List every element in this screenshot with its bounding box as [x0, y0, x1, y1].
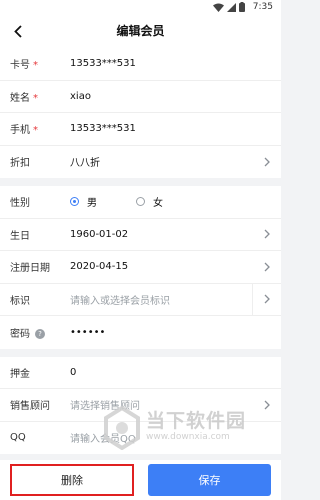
tag-input[interactable]: 请输入或选择会员标识 — [70, 292, 170, 307]
deposit-label: 押金 — [10, 368, 30, 380]
gender-row: 性别 男 女 — [0, 186, 281, 219]
qq-row[interactable]: QQ 请输入会员QQ — [0, 422, 281, 455]
status-bar: 7:35 — [0, 0, 281, 14]
extra-info-group: 押金 0 销售顾问 请选择销售顾问 QQ 请输入会员QQ — [0, 356, 281, 455]
name-label: 姓名 * — [10, 92, 38, 104]
deposit-field[interactable]: 0 — [70, 367, 76, 378]
deposit-row[interactable]: 押金 0 — [0, 357, 281, 389]
birthday-value: 1960-01-02 — [70, 228, 129, 240]
bottom-action-bar: 删除 保存 — [0, 460, 281, 500]
required-mark: * — [33, 125, 38, 137]
radio-checked-icon — [70, 197, 79, 207]
save-button[interactable]: 保存 — [148, 464, 271, 496]
gender-male-option[interactable]: 男 — [70, 194, 97, 209]
gender-male-label: 男 — [87, 198, 97, 210]
required-mark: * — [33, 60, 38, 72]
tag-label: 标识 — [10, 295, 30, 307]
discount-value: 八八折 — [70, 158, 100, 170]
gender-label: 性别 — [10, 198, 30, 210]
chevron-right-icon — [264, 229, 270, 239]
phone-field[interactable]: 13533***531 — [70, 123, 136, 134]
sales-advisor-row[interactable]: 销售顾问 请选择销售顾问 — [0, 389, 281, 422]
register-date-label: 注册日期 — [10, 263, 50, 275]
tag-row: 标识 请输入或选择会员标识 — [0, 283, 281, 316]
discount-label: 折扣 — [10, 158, 30, 170]
chevron-right-icon — [264, 294, 270, 304]
sales-advisor-label: 销售顾问 — [10, 401, 50, 413]
phone-row[interactable]: 手机 * 13533***531 — [0, 113, 281, 146]
phone-label: 手机 * — [10, 125, 38, 137]
password-row[interactable]: 密码? •••••• — [0, 316, 281, 349]
chevron-right-icon — [264, 157, 270, 167]
name-row[interactable]: 姓名 * xiao — [0, 81, 281, 113]
help-icon[interactable]: ? — [35, 328, 45, 339]
gender-female-label: 女 — [153, 198, 163, 210]
battery-icon — [239, 2, 245, 12]
chevron-right-icon — [264, 262, 270, 272]
gender-female-option[interactable]: 女 — [136, 194, 163, 209]
detail-info-group: 性别 男 女 生日 1960-01-02 注册日期 2020-04-15 标识 … — [0, 186, 281, 349]
status-icons — [213, 1, 245, 13]
card-number-field[interactable]: 13533***531 — [70, 58, 136, 69]
card-number-row[interactable]: 卡号 * 13533***531 — [0, 48, 281, 81]
qq-input[interactable]: 请输入会员QQ — [70, 430, 136, 445]
page-title: 编辑会员 — [116, 24, 165, 38]
register-date-row[interactable]: 注册日期 2020-04-15 — [0, 251, 281, 284]
password-field[interactable]: •••••• — [70, 327, 105, 338]
name-field[interactable]: xiao — [70, 91, 91, 102]
sales-advisor-value: 请选择销售顾问 — [70, 401, 140, 413]
chevron-right-icon — [264, 400, 270, 410]
birthday-label: 生日 — [10, 230, 30, 242]
signal-icon — [227, 2, 236, 12]
basic-info-group: 卡号 * 13533***531 姓名 * xiao 手机 * 13533***531… — [0, 48, 281, 178]
card-number-label: 卡号 * — [10, 60, 38, 72]
discount-row[interactable]: 折扣 八八折 — [0, 146, 281, 179]
tag-select-button[interactable] — [252, 283, 281, 315]
birthday-row[interactable]: 生日 1960-01-02 — [0, 219, 281, 251]
radio-unchecked-icon — [136, 197, 145, 207]
title-bar: 编辑会员 — [0, 14, 281, 48]
delete-button[interactable]: 删除 — [10, 464, 134, 496]
register-date-value: 2020-04-15 — [70, 261, 129, 273]
password-label: 密码? — [10, 325, 45, 340]
qq-label: QQ — [10, 432, 26, 444]
required-mark: * — [33, 92, 38, 104]
status-time: 7:35 — [252, 2, 273, 12]
wifi-icon — [213, 3, 224, 12]
